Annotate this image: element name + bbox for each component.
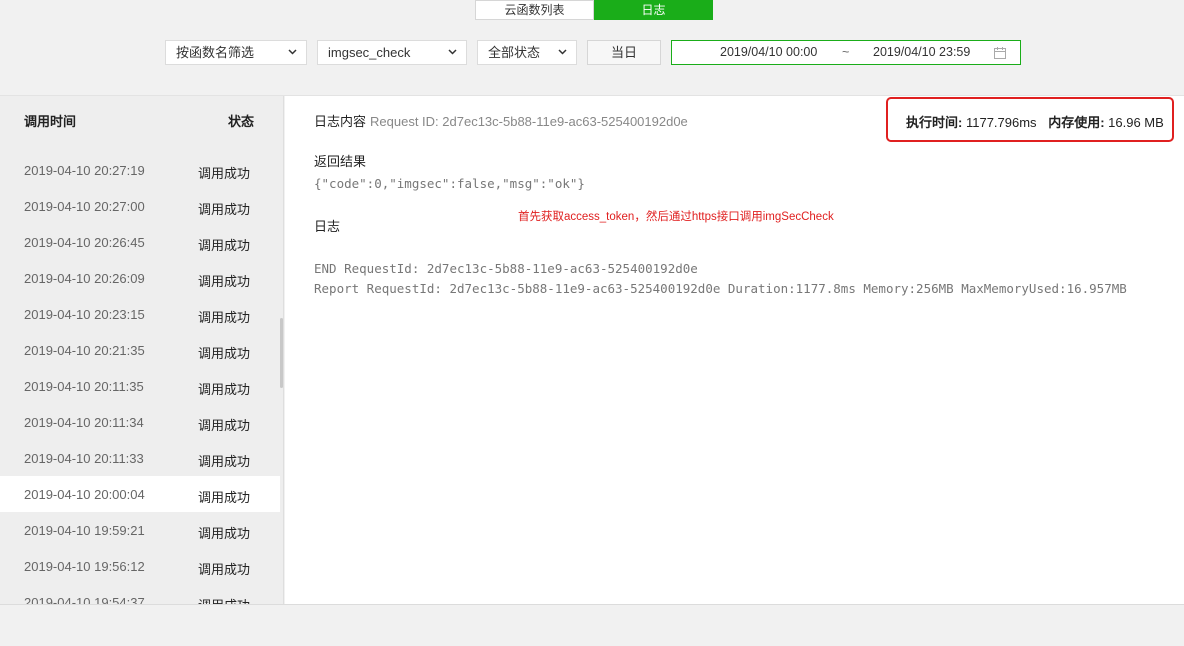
function-name-select[interactable]: imgsec_check — [317, 40, 467, 65]
log-content-heading: 日志内容 — [314, 114, 367, 129]
list-item[interactable]: 2019-04-10 20:11:33 调用成功 — [0, 440, 280, 476]
result-value: {"code":0,"imgsec":false,"msg":"ok"} — [314, 176, 585, 191]
list-item[interactable]: 2019-04-10 20:27:00 调用成功 — [0, 188, 280, 224]
log-line: END RequestId: 2d7ec13c-5b88-11e9-ac63-5… — [314, 261, 698, 276]
date-separator: ~ — [842, 45, 850, 59]
list-header: 调用时间 状态 — [0, 96, 283, 142]
chevron-down-icon — [288, 48, 297, 57]
execution-stats-highlight: 执行时间: 1177.796ms 内存使用: 16.96 MB — [886, 97, 1174, 142]
filter-mode-label: 按函数名筛选 — [176, 45, 255, 60]
list-item[interactable]: 2019-04-10 19:59:21 调用成功 — [0, 512, 280, 548]
list-item[interactable]: 2019-04-10 19:56:12 调用成功 — [0, 548, 280, 584]
list-item[interactable]: 2019-04-10 20:26:45 调用成功 — [0, 224, 280, 260]
log-content-title: 日志内容 Request ID: 2d7ec13c-5b88-11e9-ac63-… — [314, 111, 688, 130]
annotation-text: 首先获取access_token，然后通过https接口调用imgSecChec… — [518, 211, 834, 223]
today-button[interactable]: 当日 — [587, 40, 661, 65]
function-name-label: imgsec_check — [328, 45, 411, 60]
tab-logs[interactable]: 日志 — [594, 0, 713, 20]
list-item[interactable]: 2019-04-10 20:27:19 调用成功 — [0, 152, 280, 188]
list-item[interactable]: 2019-04-10 20:21:35 调用成功 — [0, 332, 280, 368]
invocation-list: 2019-04-10 20:27:19 调用成功 2019-04-10 20:27… — [0, 152, 280, 604]
list-item[interactable]: 2019-04-10 20:11:35 调用成功 — [0, 368, 280, 404]
exec-time-label: 执行时间: — [906, 115, 963, 130]
date-range-picker[interactable]: 2019/04/10 00:00 ~ 2019/04/10 23:59 — [671, 40, 1021, 65]
view-tabs: 云函数列表 日志 — [475, 0, 713, 20]
log-detail-panel: 日志内容 Request ID: 2d7ec13c-5b88-11e9-ac63-… — [285, 96, 1184, 604]
calendar-icon[interactable] — [993, 45, 1007, 68]
log-line: Report RequestId: 2d7ec13c-5b88-11e9-ac6… — [314, 281, 1127, 296]
memory-value: 16.96 MB — [1108, 115, 1164, 130]
exec-time-value: 1177.796ms — [965, 115, 1037, 130]
list-item[interactable]: 2019-04-10 20:23:15 调用成功 — [0, 296, 280, 332]
list-item[interactable]: 2019-04-10 20:11:34 调用成功 — [0, 404, 280, 440]
date-start: 2019/04/10 00:00 — [720, 45, 818, 59]
result-heading: 返回结果 — [314, 154, 367, 169]
tab-function-list[interactable]: 云函数列表 — [475, 0, 594, 20]
list-item[interactable]: 2019-04-10 19:54:37调用成功 — [0, 584, 280, 604]
chevron-down-icon — [448, 48, 457, 57]
status-select[interactable]: 全部状态 — [477, 40, 577, 65]
list-scrollbar[interactable] — [280, 318, 283, 388]
list-item[interactable]: 2019-04-10 20:26:09 调用成功 — [0, 260, 280, 296]
chevron-down-icon — [558, 48, 567, 57]
filter-mode-select[interactable]: 按函数名筛选 — [165, 40, 307, 65]
list-item-selected[interactable]: 2019-04-10 20:00:04 调用成功 — [0, 476, 280, 512]
date-end: 2019/04/10 23:59 — [873, 45, 971, 59]
request-id: Request ID: 2d7ec13c-5b88-11e9-ac63-5254… — [370, 114, 688, 129]
memory-label: 内存使用: — [1048, 115, 1105, 130]
log-heading: 日志 — [314, 219, 341, 234]
header-call-time: 调用时间 — [24, 114, 77, 129]
invocation-list-panel: 调用时间 状态 2019-04-10 20:27:19 调用成功 2019-04-… — [0, 96, 284, 604]
bottom-bar — [0, 604, 1184, 646]
status-select-label: 全部状态 — [488, 45, 541, 60]
header-status: 状态 — [228, 114, 255, 129]
